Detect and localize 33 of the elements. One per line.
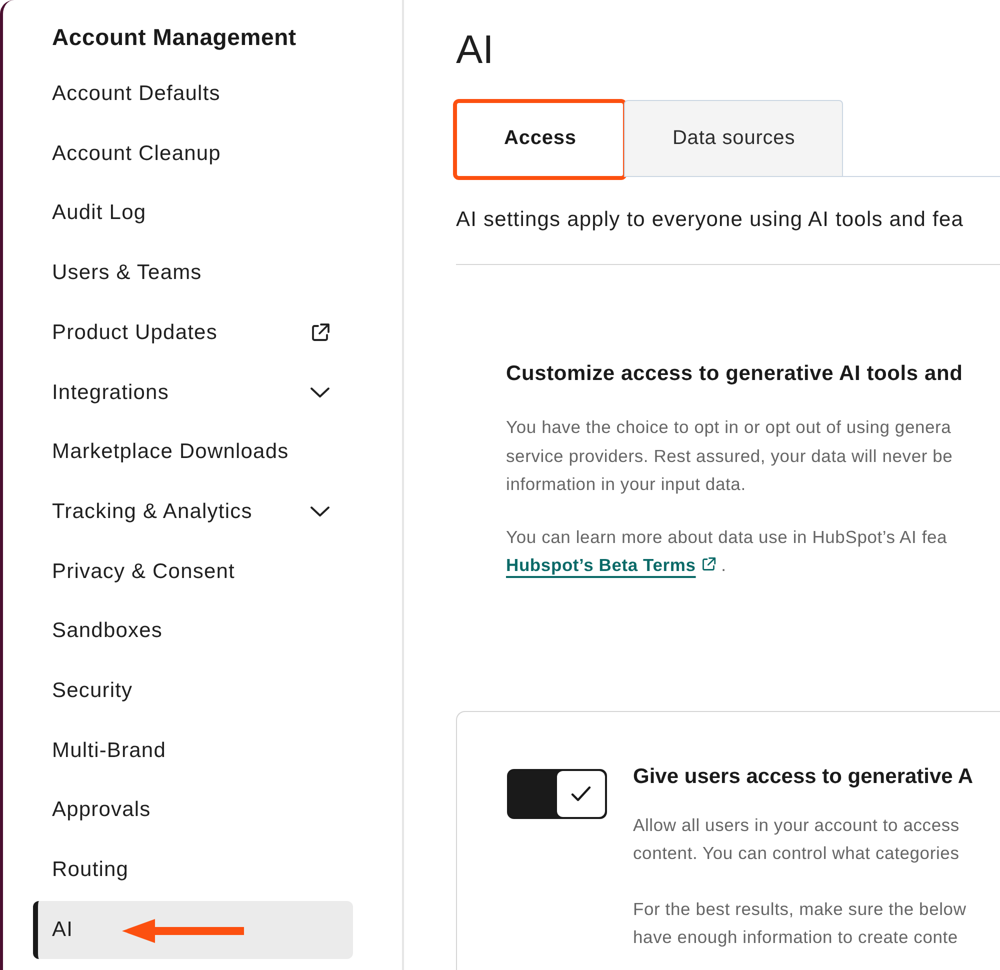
sidebar-heading: Account Management [51, 23, 298, 52]
section-heading: Customize access to generative AI tools and [506, 361, 964, 387]
sidebar-item[interactable]: Privacy & Consent [33, 542, 353, 601]
tab[interactable]: Access [456, 100, 624, 177]
sidebar-item[interactable]: Marketplace Downloads [33, 423, 353, 482]
sidebar-item[interactable]: Users & Teams [33, 244, 353, 302]
external-link-icon [310, 322, 330, 343]
sidebar-item[interactable]: Product Updates [33, 304, 353, 362]
body-text: For the best results, make sure the below have enough information to create conte [633, 898, 968, 949]
body-text: Allow all users in your account to access content. You can control what categories [633, 814, 960, 865]
terms-link[interactable]: Hubspot’s Beta Terms [506, 555, 696, 575]
page-title: AI [456, 27, 494, 74]
sidebar-item[interactable]: Tracking & Analytics [33, 482, 353, 541]
chevron-down-icon [310, 387, 330, 398]
intro-text: AI settings apply to everyone using AI tools and fea [456, 207, 965, 233]
sidebar-item[interactable]: Security [33, 662, 353, 720]
sidebar-item[interactable]: Routing [33, 841, 353, 900]
sidebar-item[interactable]: Audit Log [33, 184, 353, 242]
chevron-down-icon [310, 506, 330, 518]
toggle-switch[interactable] [507, 768, 607, 818]
sidebar-item[interactable]: Multi-Brand [33, 722, 353, 780]
card-heading: Give users access to generative A [633, 764, 974, 790]
sidebar-item[interactable]: Integrations [33, 364, 353, 422]
sidebar-item[interactable]: AI [33, 900, 353, 959]
tab[interactable]: Data sources [624, 100, 844, 177]
body-text: You can learn more about data use in HubSpot’s AI fea Hubspot’s Beta Terms . [506, 526, 948, 577]
check-icon [571, 786, 591, 802]
external-link-icon [700, 557, 716, 572]
sidebar-item[interactable]: Sandboxes [33, 602, 353, 660]
sidebar-item[interactable]: Account Defaults [33, 65, 353, 123]
body-text: You have the choice to opt in or opt out of using genera service providers. Rest assured, your data will never be information in your input data. [506, 416, 954, 496]
sidebar-item[interactable]: Account Cleanup [33, 124, 353, 183]
sidebar-item[interactable]: Approvals [33, 781, 353, 840]
